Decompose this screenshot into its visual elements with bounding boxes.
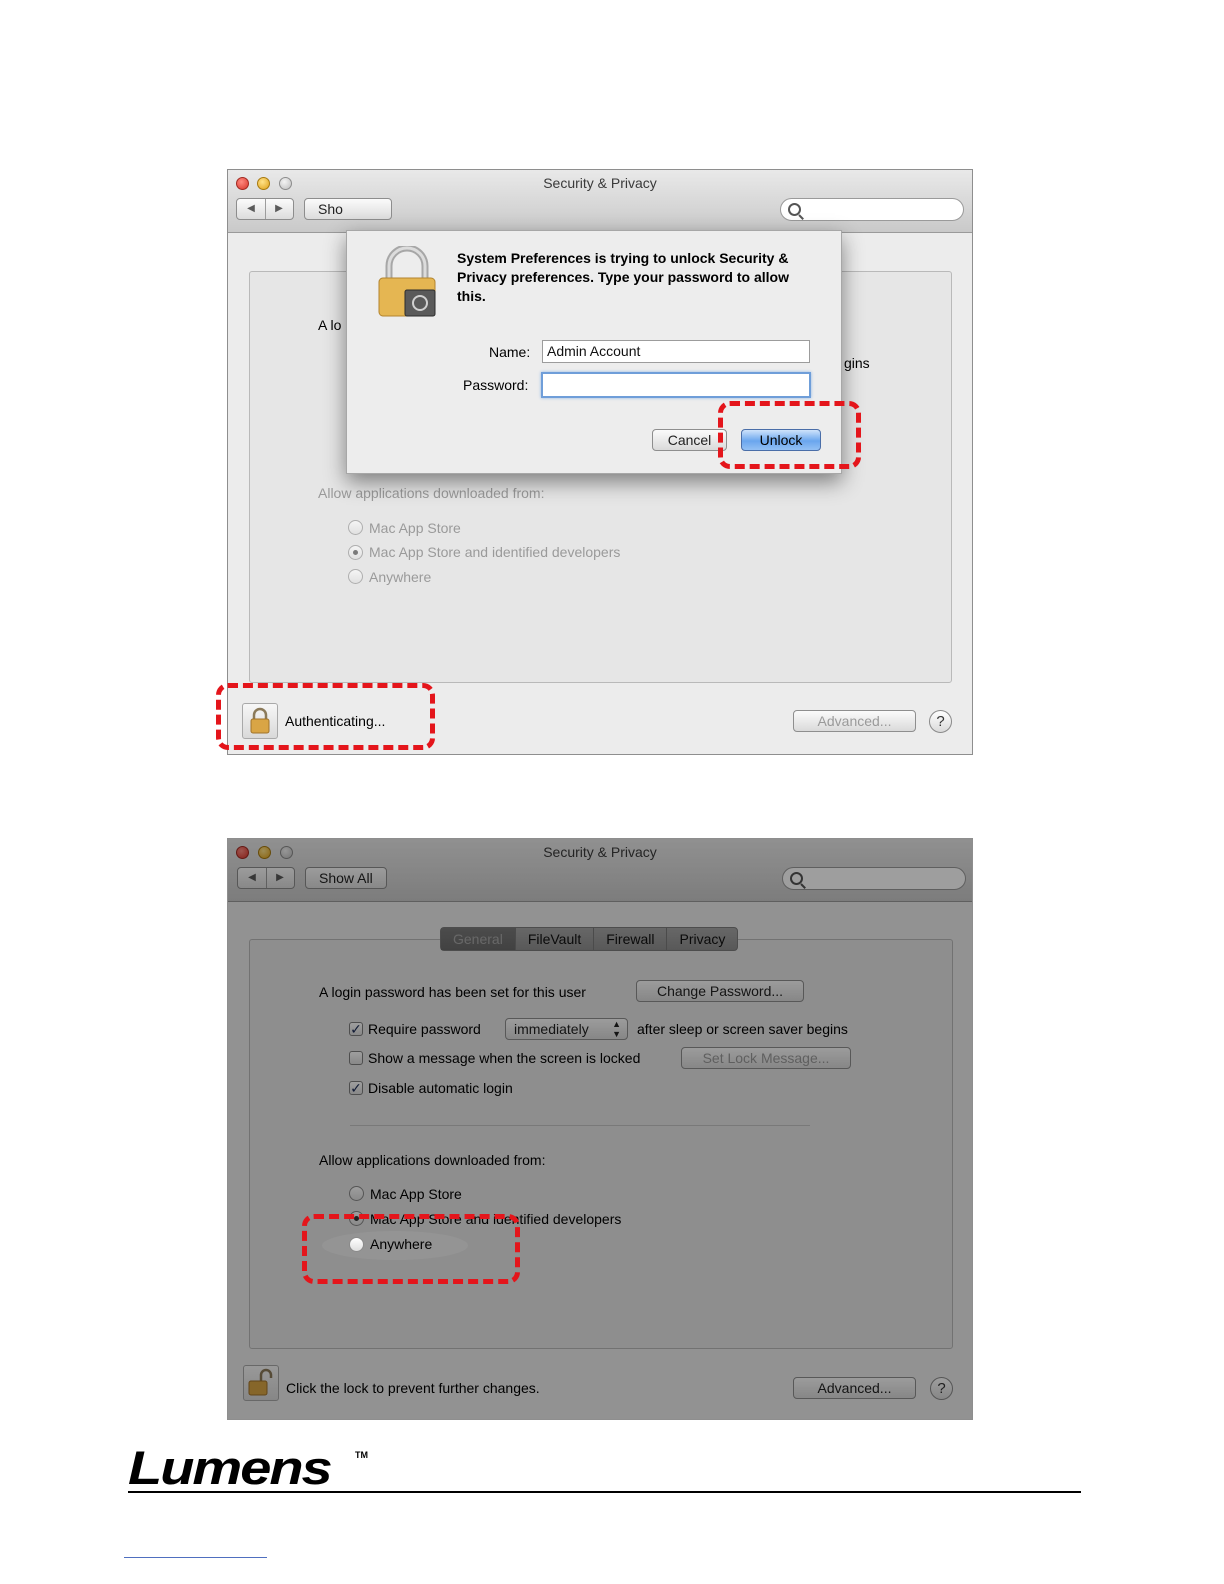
tab-general[interactable]: General	[441, 928, 516, 950]
password-field[interactable]	[541, 372, 811, 398]
security-privacy-window-unlocked: Security & Privacy ◀ ▶ Show All A login …	[227, 838, 973, 1420]
disable-login-label: Disable automatic login	[368, 1080, 513, 1096]
change-password-button[interactable]: Change Password...	[636, 980, 804, 1002]
show-all-button[interactable]: Show All	[305, 867, 387, 889]
name-label: Name:	[489, 344, 531, 360]
dialog-message: System Preferences is trying to unlock S…	[457, 250, 789, 304]
radio-label-mac-app-store: Mac App Store	[370, 1186, 462, 1202]
radio-anywhere[interactable]	[349, 1237, 364, 1252]
set-lock-message-button[interactable]: Set Lock Message...	[681, 1047, 851, 1069]
preference-tabs: General FileVault Firewall Privacy	[440, 927, 739, 951]
radio-label-mac-app-store: Mac App Store	[369, 520, 461, 536]
after-sleep-text: after sleep or screen saver begins	[637, 1021, 848, 1037]
require-password-delay-select[interactable]: immediately ▲ ▼	[505, 1018, 628, 1040]
window-titlebar: Security & Privacy ◀ ▶ Sho	[228, 170, 972, 233]
lock-status-text: Click the lock to prevent further change…	[286, 1380, 540, 1396]
lumens-logo: Lumens	[128, 1440, 333, 1495]
general-panel: A login password has been set for this u…	[249, 939, 953, 1349]
login-text-partial: A lo	[318, 317, 342, 333]
show-all-label: Sho	[318, 201, 343, 217]
unlocked-lock-icon	[248, 1368, 273, 1396]
help-button[interactable]: ?	[929, 710, 952, 733]
radio-label-anywhere: Anywhere	[370, 1236, 433, 1252]
advanced-button[interactable]: Advanced...	[793, 1377, 916, 1399]
tab-firewall[interactable]: Firewall	[594, 928, 668, 950]
trademark-mark: TM	[355, 1450, 368, 1460]
search-icon	[788, 203, 801, 216]
padlock-icon	[378, 246, 436, 317]
footer-rule	[128, 1491, 1081, 1493]
require-password-label: Require password	[368, 1021, 481, 1037]
window-title: Security & Privacy	[543, 175, 657, 191]
authenticating-highlight	[216, 683, 435, 750]
window-titlebar: Security & Privacy ◀ ▶ Show All	[228, 839, 972, 902]
unlock-highlight	[718, 401, 861, 469]
search-field[interactable]	[780, 198, 964, 221]
radio-label-anywhere: Anywhere	[369, 569, 432, 585]
cancel-button[interactable]: Cancel	[652, 429, 727, 451]
show-all-button[interactable]: Sho	[304, 198, 392, 220]
radio-identified-developers[interactable]	[348, 545, 363, 560]
forward-arrow-icon[interactable]: ▶	[266, 868, 294, 888]
window-title: Security & Privacy	[543, 844, 657, 860]
back-arrow-icon[interactable]: ◀	[237, 199, 266, 219]
show-message-label: Show a message when the screen is locked	[368, 1050, 641, 1066]
screen-saver-text-partial: gins	[844, 355, 870, 371]
require-password-checkbox[interactable]: ✓	[349, 1022, 363, 1036]
help-button[interactable]: ?	[930, 1377, 953, 1400]
advanced-button[interactable]: Advanced...	[793, 710, 916, 732]
forward-arrow-icon[interactable]: ▶	[265, 199, 293, 219]
radio-mac-app-store[interactable]	[349, 1186, 364, 1201]
radio-mac-app-store[interactable]	[348, 520, 363, 535]
radio-anywhere[interactable]	[348, 569, 363, 584]
tab-privacy[interactable]: Privacy	[667, 928, 737, 950]
delay-select-value: immediately	[514, 1021, 589, 1037]
search-icon	[790, 872, 803, 885]
allow-apps-heading: Allow applications downloaded from:	[318, 485, 545, 501]
name-field[interactable]: Admin Account	[542, 340, 810, 363]
footer-link-underline	[124, 1557, 267, 1558]
back-forward-control[interactable]: ◀ ▶	[236, 198, 294, 220]
show-message-checkbox[interactable]	[349, 1051, 363, 1065]
select-arrows-icon: ▲ ▼	[612, 1019, 621, 1039]
security-privacy-window-authenticating: Security & Privacy ◀ ▶ Sho A lo gins All…	[227, 169, 973, 755]
back-forward-control[interactable]: ◀ ▶	[237, 867, 295, 889]
section-divider	[350, 1125, 810, 1126]
tab-filevault[interactable]: FileVault	[516, 928, 595, 950]
show-all-label: Show All	[319, 870, 373, 886]
lock-button[interactable]	[243, 1365, 279, 1401]
password-label: Password:	[463, 377, 529, 393]
allow-apps-heading: Allow applications downloaded from:	[319, 1152, 546, 1168]
search-field[interactable]	[782, 867, 966, 890]
login-password-text: A login password has been set for this u…	[319, 984, 586, 1000]
radio-label-identified-developers: Mac App Store and identified developers	[369, 544, 621, 560]
disable-login-checkbox[interactable]: ✓	[349, 1081, 363, 1095]
back-arrow-icon[interactable]: ◀	[238, 868, 267, 888]
